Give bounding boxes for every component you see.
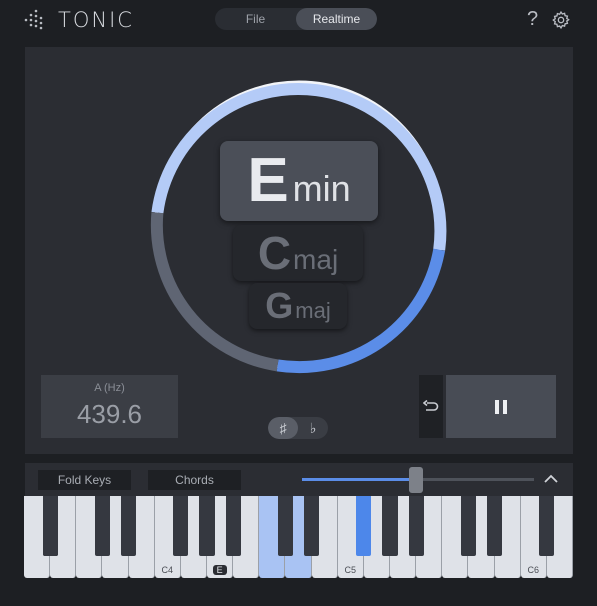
black-key[interactable]	[460, 496, 476, 556]
help-icon[interactable]: ?	[527, 8, 538, 31]
black-key[interactable]	[225, 496, 241, 556]
app-name: TONIC	[58, 8, 134, 32]
chord-root: C	[257, 227, 292, 279]
black-key[interactable]	[94, 496, 110, 556]
sharp-button[interactable]: ♯	[268, 417, 298, 439]
chord-secondary: C maj	[233, 225, 363, 281]
chevron-up-icon[interactable]	[543, 472, 559, 486]
top-bar: TONIC File Realtime ?	[0, 0, 597, 40]
black-key[interactable]	[42, 496, 58, 556]
footer	[0, 578, 597, 606]
undo-icon	[423, 399, 439, 411]
key-label-text: E	[212, 565, 227, 575]
fold-keys-button[interactable]: Fold Keys	[38, 470, 131, 490]
tuning-label: A (Hz)	[94, 382, 125, 394]
keyboard-toolbar: Fold Keys Chords	[25, 463, 573, 496]
chord-primary: E min	[220, 141, 378, 221]
pause-icon	[495, 399, 507, 414]
key-label: C6	[521, 565, 546, 575]
detection-panel: E min C maj G maj A (Hz) 439.6 ♯ ♭	[25, 47, 573, 454]
slider-fill	[302, 478, 416, 481]
tuning-reference[interactable]: A (Hz) 439.6	[41, 375, 178, 438]
chord-root: G	[265, 285, 294, 326]
gear-icon[interactable]	[551, 10, 571, 30]
key-label: C4	[155, 565, 180, 575]
tab-realtime[interactable]: Realtime	[296, 8, 377, 30]
key-label: E	[207, 565, 232, 575]
black-key[interactable]	[173, 496, 189, 556]
black-key[interactable]	[277, 496, 293, 556]
mode-toggle: File Realtime	[215, 8, 377, 30]
chord-quality: min	[292, 168, 351, 209]
black-key[interactable]	[408, 496, 424, 556]
flat-button[interactable]: ♭	[298, 417, 328, 439]
chords-button[interactable]: Chords	[148, 470, 241, 490]
key-label-text: C6	[527, 565, 540, 575]
chord-quality: maj	[293, 244, 339, 275]
pause-button[interactable]	[446, 375, 556, 438]
reset-button[interactable]	[419, 375, 443, 438]
black-key[interactable]	[120, 496, 137, 556]
piano-keyboard: C4 E C5 C6	[24, 496, 573, 578]
black-key[interactable]	[382, 496, 398, 556]
key-label-text: C5	[344, 565, 357, 575]
black-key[interactable]	[486, 496, 503, 556]
key-label: C5	[338, 565, 363, 575]
tuning-value[interactable]: 439.6	[41, 399, 178, 430]
black-key[interactable]	[539, 496, 555, 556]
tab-file[interactable]: File	[215, 8, 296, 30]
chord-quality: maj	[295, 298, 331, 323]
slider-thumb[interactable]	[408, 467, 423, 493]
black-key[interactable]	[303, 496, 320, 556]
key-label-text: C4	[161, 565, 174, 575]
logo-icon	[24, 9, 43, 30]
black-key[interactable]	[356, 496, 372, 556]
chord-tertiary: G maj	[249, 283, 347, 329]
keyboard-slider[interactable]	[302, 467, 534, 493]
black-key[interactable]	[199, 496, 215, 556]
accidental-toggle: ♯ ♭	[268, 417, 328, 439]
chord-root: E	[247, 146, 289, 215]
